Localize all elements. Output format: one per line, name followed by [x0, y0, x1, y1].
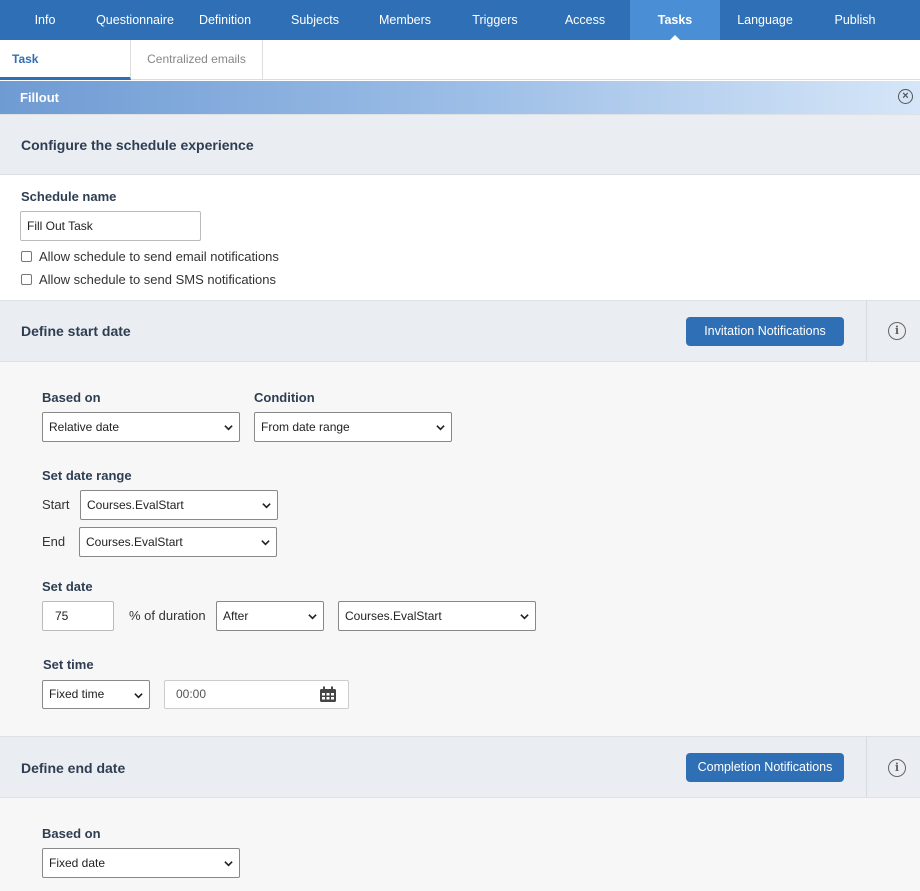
range-end-value: Courses.EvalStart [86, 535, 183, 549]
fillout-title: Fillout [20, 90, 59, 105]
close-icon[interactable]: × [898, 89, 913, 104]
configure-title: Configure the schedule experience [21, 137, 254, 153]
percent-input[interactable]: 75 [42, 601, 114, 631]
tab-task-configuration[interactable]: Task configuration [0, 40, 131, 105]
tab-centralized-emails[interactable]: Centralized emails [131, 40, 263, 80]
end-date-title: Define end date [21, 760, 126, 776]
nav-tab-tasks[interactable]: Tasks [630, 0, 720, 40]
configure-section-header: Configure the schedule experience [0, 114, 920, 175]
email-notifications-label: Allow schedule to send email notificatio… [39, 249, 279, 264]
email-notifications-row[interactable]: Allow schedule to send email notificatio… [21, 249, 279, 264]
chevron-down-icon [134, 693, 143, 699]
end-info-column: i [866, 737, 920, 797]
time-input[interactable]: 00:00 [164, 680, 349, 709]
chevron-down-icon [520, 614, 529, 620]
based-on-value: Relative date [49, 420, 120, 434]
calendar-icon[interactable] [319, 686, 337, 703]
range-end-select[interactable]: Courses.EvalStart [79, 527, 277, 557]
chevron-down-icon [262, 503, 271, 509]
chevron-down-icon [224, 425, 233, 431]
nav-tab-subjects[interactable]: Subjects [270, 0, 360, 40]
time-mode-value: Fixed time [49, 687, 105, 701]
email-notifications-checkbox[interactable] [21, 251, 32, 262]
top-navigation: Info Questionnaire Definition Subjects M… [0, 0, 920, 40]
end-label: End [42, 534, 66, 549]
condition-label: Condition [254, 390, 315, 405]
set-time-label: Set time [43, 657, 94, 672]
sms-notifications-checkbox[interactable] [21, 274, 32, 285]
nav-tab-triggers[interactable]: Triggers [450, 0, 540, 40]
nav-tab-publish[interactable]: Publish [810, 0, 900, 40]
end-based-on-label: Based on [42, 826, 101, 841]
chevron-down-icon [224, 861, 233, 867]
nav-tab-definition[interactable]: Definition [180, 0, 270, 40]
time-value: 00:00 [176, 687, 207, 701]
range-start-value: Courses.EvalStart [87, 498, 184, 512]
chevron-down-icon [261, 540, 270, 546]
chevron-down-icon [308, 614, 317, 620]
info-icon[interactable]: i [888, 759, 906, 777]
nav-tab-info[interactable]: Info [0, 0, 90, 40]
set-date-range-label: Set date range [42, 468, 132, 483]
after-value: After [223, 609, 249, 623]
time-mode-select[interactable]: Fixed time [42, 680, 150, 709]
percent-of-duration-label: % of duration [129, 608, 206, 623]
completion-notifications-button[interactable]: Completion Notifications [686, 753, 844, 782]
fillout-header: Fillout × [0, 81, 920, 114]
invitation-notifications-button[interactable]: Invitation Notifications [686, 317, 844, 346]
reference-date-select[interactable]: Courses.EvalStart [338, 601, 536, 631]
end-based-on-value: Fixed date [49, 856, 106, 870]
end-date-section-header: Define end date Completion Notifications… [0, 736, 920, 798]
sub-tabs: Task configuration Centralized emails [0, 40, 920, 105]
nav-tab-access[interactable]: Access [540, 0, 630, 40]
based-on-select[interactable]: Relative date [42, 412, 240, 442]
start-info-column: i [866, 301, 920, 361]
chevron-down-icon [436, 425, 445, 431]
nav-tab-language[interactable]: Language [720, 0, 810, 40]
nav-tab-questionnaire[interactable]: Questionnaire [90, 0, 180, 40]
end-based-on-select[interactable]: Fixed date [42, 848, 240, 878]
condition-value: From date range [261, 420, 350, 434]
reference-date-value: Courses.EvalStart [345, 609, 442, 623]
schedule-name-input[interactable]: Fill Out Task [20, 211, 201, 241]
start-label: Start [42, 497, 70, 512]
sms-notifications-row[interactable]: Allow schedule to send SMS notifications [21, 272, 276, 287]
info-icon[interactable]: i [888, 322, 906, 340]
after-select[interactable]: After [216, 601, 324, 631]
sms-notifications-label: Allow schedule to send SMS notifications [39, 272, 277, 287]
set-date-label: Set date [42, 579, 93, 594]
start-date-title: Define start date [21, 323, 131, 339]
start-date-section-header: Define start date Invitation Notificatio… [0, 300, 920, 362]
condition-select[interactable]: From date range [254, 412, 452, 442]
nav-tab-members[interactable]: Members [360, 0, 450, 40]
based-on-label: Based on [42, 390, 101, 405]
schedule-name-label: Schedule name [21, 189, 117, 204]
range-start-select[interactable]: Courses.EvalStart [80, 490, 278, 520]
